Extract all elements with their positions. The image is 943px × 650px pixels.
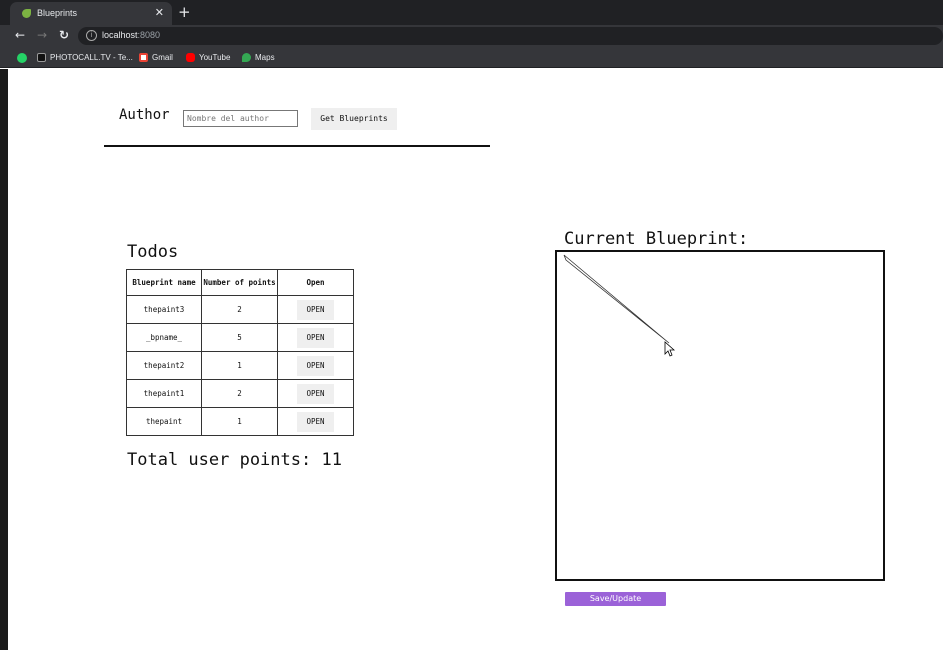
column-header: Blueprint name — [126, 269, 202, 296]
table-row: thepaint3 2 OPEN — [126, 295, 354, 324]
bookmark-photocall[interactable]: PHOTOCALL.TV - Te... — [37, 51, 133, 64]
open-cell: OPEN — [277, 295, 354, 324]
tab-bar: Blueprints ✕ + — [0, 0, 943, 25]
back-icon[interactable]: ← — [15, 28, 25, 42]
url-text: localhost:8080 — [102, 30, 160, 40]
get-blueprints-button[interactable]: Get Blueprints — [311, 108, 397, 130]
reload-icon[interactable]: ↻ — [59, 28, 69, 42]
open-cell: OPEN — [277, 407, 354, 436]
blueprint-name: thepaint3 — [126, 295, 202, 324]
open-button[interactable]: OPEN — [297, 355, 334, 376]
browser-toolbar: ← → ↻ i localhost:8080 — [0, 25, 943, 47]
column-header: Open — [277, 269, 354, 296]
mouse-cursor-icon — [664, 341, 676, 357]
gmail-icon — [139, 53, 148, 63]
author-input[interactable] — [183, 110, 298, 127]
blueprint-points: 2 — [201, 379, 278, 408]
tab-title: Blueprints — [37, 8, 78, 18]
save-update-button[interactable]: Save/Update — [565, 592, 666, 606]
url-host: localhost — [102, 30, 138, 40]
total-points: Total user points: 11 — [127, 450, 342, 470]
tv-icon — [37, 53, 46, 63]
favicon-icon — [22, 9, 31, 18]
blueprint-points: 2 — [201, 295, 278, 324]
open-cell: OPEN — [277, 351, 354, 380]
browser-tab[interactable]: Blueprints ✕ — [10, 2, 172, 25]
maps-icon — [242, 53, 251, 63]
table-row: thepaint1 2 OPEN — [126, 379, 354, 408]
blueprint-name: thepaint2 — [126, 351, 202, 380]
blueprint-points: 5 — [201, 323, 278, 352]
open-button[interactable]: OPEN — [297, 411, 334, 432]
youtube-icon — [186, 53, 195, 63]
new-tab-button[interactable]: + — [178, 3, 191, 21]
open-cell: OPEN — [277, 323, 354, 352]
window-edge — [0, 69, 8, 650]
blueprint-drawing — [563, 254, 676, 357]
bookmark-maps[interactable]: Maps — [242, 51, 275, 64]
open-button[interactable]: OPEN — [297, 327, 334, 348]
open-cell: OPEN — [277, 379, 354, 408]
current-blueprint-title: Current Blueprint: — [564, 229, 749, 249]
bookmark-label: Gmail — [152, 53, 173, 62]
close-tab-icon[interactable]: ✕ — [155, 6, 164, 19]
bookmark-gmail[interactable]: Gmail — [139, 51, 173, 64]
address-bar[interactable]: i localhost:8080 — [78, 27, 943, 45]
column-header: Number of points — [201, 269, 278, 296]
divider — [104, 145, 490, 147]
table-row: thepaint2 1 OPEN — [126, 351, 354, 380]
bookmarks-bar: PHOTOCALL.TV - Te... Gmail YouTube Maps — [0, 47, 943, 68]
bookmark-label: Maps — [255, 53, 275, 62]
blueprint-name: thepaint — [126, 407, 202, 436]
list-title: Todos — [127, 242, 179, 262]
bookmark-label: PHOTOCALL.TV - Te... — [50, 53, 133, 62]
open-button[interactable]: OPEN — [297, 299, 334, 320]
bookmark-label: YouTube — [199, 53, 231, 62]
whatsapp-bookmark[interactable] — [17, 51, 31, 64]
blueprint-line — [563, 254, 670, 344]
author-label: Author — [119, 107, 170, 123]
url-port: :8080 — [137, 30, 161, 40]
table-header-row: Blueprint name Number of points Open — [126, 269, 354, 296]
blueprint-name: _bpname_ — [126, 323, 202, 352]
bookmark-youtube[interactable]: YouTube — [186, 51, 230, 64]
page-content: Author Get Blueprints Todos Blueprint na… — [8, 69, 943, 650]
info-icon[interactable]: i — [86, 30, 97, 41]
blueprint-canvas[interactable] — [555, 250, 885, 581]
whatsapp-icon — [17, 52, 27, 63]
table-row: _bpname_ 5 OPEN — [126, 323, 354, 352]
open-button[interactable]: OPEN — [297, 383, 334, 404]
blueprints-table: Blueprint name Number of points Open the… — [126, 269, 354, 436]
blueprint-points: 1 — [201, 407, 278, 436]
table-row: thepaint 1 OPEN — [126, 407, 354, 436]
forward-icon[interactable]: → — [37, 28, 47, 42]
blueprint-points: 1 — [201, 351, 278, 380]
blueprint-name: thepaint1 — [126, 379, 202, 408]
